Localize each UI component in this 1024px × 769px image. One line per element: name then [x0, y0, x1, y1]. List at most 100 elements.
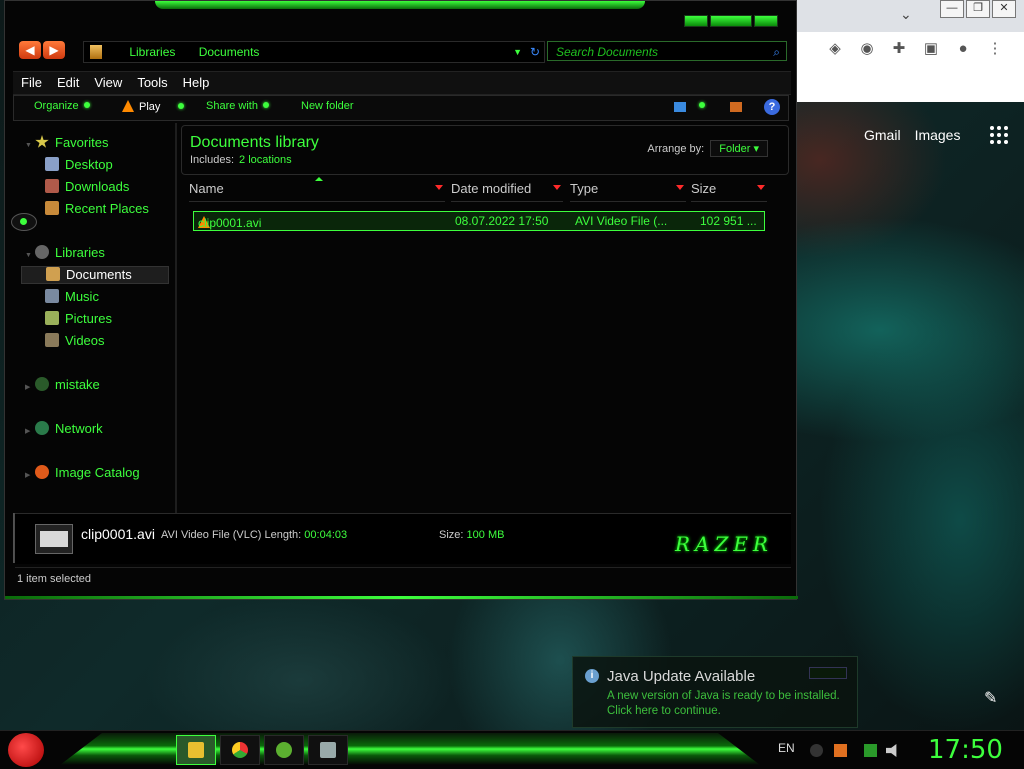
- details-size-value: 100 MB: [466, 529, 505, 541]
- tab-search-chevron-icon[interactable]: ⌄: [900, 6, 912, 23]
- view-dropdown[interactable]: [694, 100, 705, 112]
- library-header: Documents library Includes: 2 locations A…: [181, 125, 789, 175]
- forward-button[interactable]: ▶: [43, 41, 65, 59]
- column-dropdown-icon[interactable]: [553, 185, 561, 190]
- volume-icon[interactable]: [886, 744, 897, 757]
- expand-icon[interactable]: ▶: [25, 471, 35, 479]
- nav-downloads[interactable]: Downloads: [45, 179, 129, 194]
- column-dropdown-icon[interactable]: [757, 185, 765, 190]
- taskbar-app[interactable]: [308, 735, 348, 765]
- file-row[interactable]: clip0001.avi 08.07.2022 17:50 AVI Video …: [193, 211, 765, 231]
- notification-line-1: A new version of Java is ready to be ins…: [607, 690, 840, 702]
- column-name[interactable]: Name: [189, 181, 445, 202]
- nav-favorites[interactable]: ▼ Favorites: [25, 135, 108, 150]
- maximize-button[interactable]: [710, 15, 752, 27]
- pane-splitter[interactable]: [175, 123, 177, 513]
- library-title: Documents library: [190, 134, 319, 151]
- column-date-modified[interactable]: Date modified: [451, 181, 563, 202]
- arrange-value: Folder: [719, 143, 751, 155]
- tray-arrow-icon[interactable]: [810, 744, 823, 757]
- minimize-button[interactable]: —: [940, 0, 964, 18]
- column-dropdown-icon[interactable]: [676, 185, 684, 190]
- documents-icon: [46, 267, 60, 281]
- share-with-label: Share with: [206, 100, 258, 112]
- more-icon[interactable]: ⋮: [986, 40, 1004, 58]
- java-tray-icon[interactable]: [834, 744, 847, 757]
- apps-grid-icon[interactable]: [990, 126, 1009, 144]
- pencil-icon[interactable]: ✎: [984, 688, 997, 708]
- breadcrumb-documents[interactable]: Documents: [199, 45, 260, 59]
- breadcrumb-libraries[interactable]: Libraries: [129, 45, 175, 59]
- nav-music[interactable]: Music: [45, 289, 99, 304]
- notification-close-button[interactable]: [809, 667, 847, 679]
- nav-videos[interactable]: Videos: [45, 333, 105, 348]
- close-button[interactable]: [754, 15, 778, 27]
- menu-file[interactable]: File: [13, 72, 49, 94]
- includes-locations-link[interactable]: 2 locations: [239, 154, 292, 166]
- restore-button[interactable]: ❐: [966, 0, 990, 18]
- menu-view[interactable]: View: [86, 72, 129, 94]
- images-link[interactable]: Images: [915, 127, 961, 143]
- expand-icon[interactable]: ▼: [25, 252, 35, 259]
- address-dropdown-icon[interactable]: ▼: [513, 42, 522, 62]
- column-dropdown-icon[interactable]: [435, 185, 443, 190]
- share-with-button[interactable]: Share with: [206, 100, 269, 112]
- preview-pane-icon[interactable]: [730, 102, 742, 112]
- google-links: Gmail Images: [864, 126, 1009, 144]
- nav-mistake[interactable]: ▶ mistake: [25, 377, 100, 392]
- network-tray-icon[interactable]: [864, 744, 877, 757]
- arrange-dropdown[interactable]: Folder ▾: [710, 140, 768, 157]
- back-button[interactable]: ◀: [19, 41, 41, 59]
- file-size: 102 951 ...: [700, 214, 757, 228]
- nav-label: Pictures: [65, 311, 112, 326]
- view-icon[interactable]: [674, 102, 686, 112]
- organize-button[interactable]: Organize: [34, 100, 90, 112]
- navigation-pane: ▼ Favorites Desktop Downloads Recent Plac…: [13, 121, 173, 511]
- new-folder-button[interactable]: New folder: [301, 100, 354, 112]
- nav-pictures[interactable]: Pictures: [45, 311, 112, 326]
- play-button[interactable]: Play: [122, 100, 185, 113]
- taskbar-utorrent[interactable]: [264, 735, 304, 765]
- close-button[interactable]: ✕: [992, 0, 1016, 18]
- nav-documents[interactable]: Documents: [21, 266, 169, 284]
- expand-icon[interactable]: ▶: [25, 427, 35, 435]
- nav-image-catalog[interactable]: ▶ Image Catalog: [25, 465, 140, 480]
- nav-network[interactable]: ▶ Network: [25, 421, 103, 436]
- expand-icon[interactable]: ▼: [25, 142, 35, 149]
- play-label: Play: [139, 101, 161, 113]
- language-indicator[interactable]: EN: [778, 741, 795, 755]
- search-icon[interactable]: ⌕: [773, 42, 780, 62]
- profile-icon[interactable]: ●: [954, 40, 972, 58]
- arrange-by: Arrange by: Folder ▾: [647, 140, 768, 157]
- minimize-button[interactable]: [684, 15, 708, 27]
- network-icon: [35, 421, 49, 435]
- nav-desktop[interactable]: Desktop: [45, 157, 113, 172]
- expand-icon[interactable]: ▶: [25, 383, 35, 391]
- shield-icon[interactable]: ◉: [858, 40, 876, 58]
- notification-message[interactable]: A new version of Java is ready to be ins…: [607, 689, 840, 719]
- puzzle-icon[interactable]: ✚: [890, 40, 908, 58]
- nav-label: mistake: [55, 377, 100, 392]
- clock[interactable]: 17:50: [928, 735, 1003, 765]
- start-button-bird-icon[interactable]: [8, 733, 44, 767]
- menu-help[interactable]: Help: [175, 72, 217, 94]
- sidepanel-icon[interactable]: ▣: [922, 40, 940, 58]
- taskbar-chrome[interactable]: [220, 735, 260, 765]
- taskbar-explorer[interactable]: [176, 735, 216, 765]
- search-input[interactable]: Search Documents ⌕: [547, 41, 787, 61]
- gmail-link[interactable]: Gmail: [864, 127, 901, 143]
- nav-recent-places[interactable]: Recent Places: [45, 201, 149, 216]
- menu-tools[interactable]: Tools: [129, 72, 174, 94]
- column-size[interactable]: Size: [691, 181, 767, 202]
- menu-edit[interactable]: Edit: [49, 72, 86, 94]
- refresh-icon[interactable]: ↻: [530, 42, 540, 62]
- star-icon: [35, 135, 49, 148]
- java-update-notification[interactable]: i Java Update Available A new version of…: [572, 656, 858, 728]
- details-length-value: 00:04:03: [304, 529, 348, 541]
- address-bar[interactable]: Libraries Documents ▼ ↻: [83, 41, 545, 63]
- nav-libraries[interactable]: ▼ Libraries: [25, 245, 105, 260]
- help-icon[interactable]: ?: [764, 99, 780, 115]
- ublock-icon[interactable]: ◈: [826, 40, 844, 58]
- column-headers: Name Date modified Type Size: [181, 181, 791, 202]
- column-type[interactable]: Type: [570, 181, 686, 202]
